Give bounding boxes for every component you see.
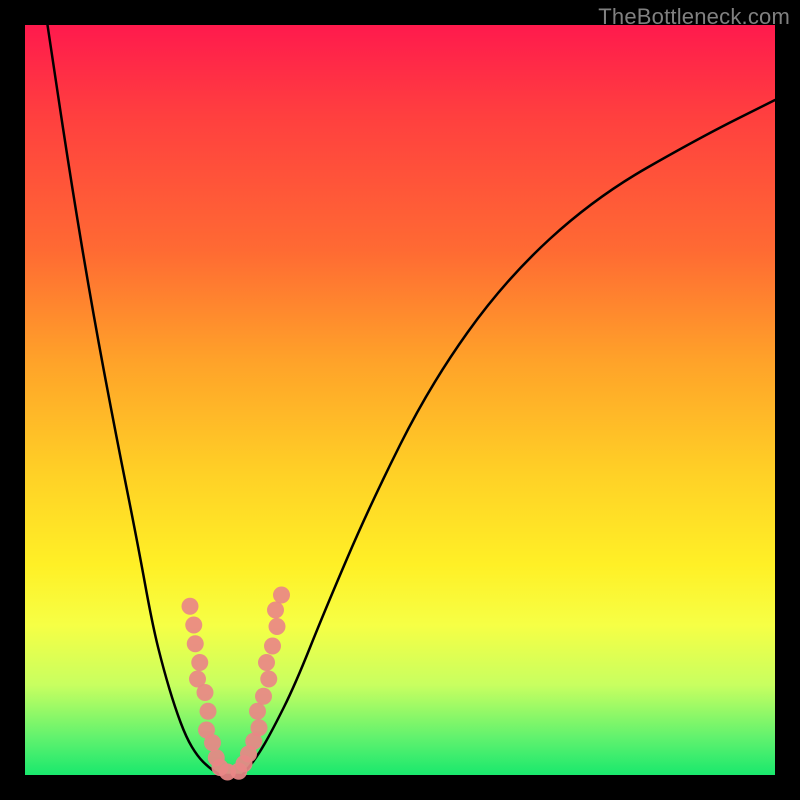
marker-right-cluster xyxy=(269,618,286,635)
plot-area xyxy=(25,25,775,775)
marker-right-cluster xyxy=(258,654,275,671)
marker-right-cluster xyxy=(249,703,266,720)
chart-svg xyxy=(25,25,775,775)
marker-left-cluster xyxy=(200,703,217,720)
marker-right-cluster xyxy=(264,638,281,655)
marker-right-cluster xyxy=(267,602,284,619)
marker-layer xyxy=(182,587,291,781)
marker-right-cluster xyxy=(260,671,277,688)
marker-right-cluster xyxy=(273,587,290,604)
chart-frame: TheBottleneck.com xyxy=(0,0,800,800)
marker-right-cluster xyxy=(255,688,272,705)
marker-right-cluster xyxy=(251,719,268,736)
curve-layer xyxy=(48,25,776,775)
marker-left-cluster xyxy=(185,617,202,634)
series-right-branch xyxy=(243,100,776,775)
marker-left-cluster xyxy=(197,684,214,701)
watermark-text: TheBottleneck.com xyxy=(598,4,790,30)
marker-left-cluster xyxy=(204,734,221,751)
marker-left-cluster xyxy=(187,635,204,652)
marker-left-cluster xyxy=(182,598,199,615)
marker-left-cluster xyxy=(191,654,208,671)
